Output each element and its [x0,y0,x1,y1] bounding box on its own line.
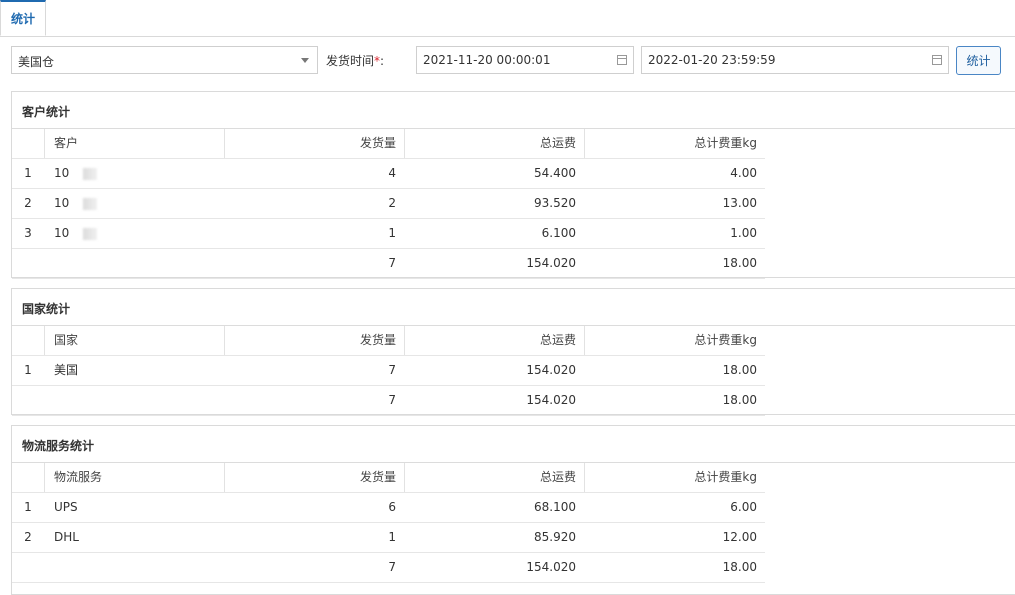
total-weight: 1.00 [730,226,757,240]
total-weight: 12.00 [722,530,757,544]
panel-title: 客户统计 [22,105,71,119]
customer-stats-panel: 客户统计 客户 发货量 总运费 总计费重kg 1 10 4 54.400 4.0… [11,91,1015,279]
row-index: 3 [24,226,32,240]
tab-statistics[interactable]: 统计 [0,0,46,36]
column-header[interactable]: 总运费 [404,326,584,355]
column-header[interactable]: 客户 [44,129,224,158]
customer-name: 10 [54,166,70,180]
total-weight: 6.00 [730,500,757,514]
start-time-input[interactable]: 2021-11-20 00:00:01 [416,46,634,74]
table-row: 1 UPS 6 68.100 6.00 [12,493,765,523]
column-header[interactable]: 国家 [44,326,224,355]
country-stats-panel: 国家统计 国家 发货量 总运费 总计费重kg 1 美国 7 154.020 18… [11,288,1015,416]
table-header-row: 国家 发货量 总运费 总计费重kg [12,326,765,356]
total-freight-total: 154.020 [526,560,576,574]
shipment-count: 7 [388,363,396,377]
total-weight-total: 18.00 [722,256,757,270]
table-row: 1 10 4 54.400 4.00 [12,159,765,189]
table-total-row: 7 154.020 18.00 [12,553,765,583]
tab-bar: 统计 [0,0,1015,37]
warehouse-select-value: 美国仓 [18,55,55,69]
total-weight: 18.00 [722,363,757,377]
calendar-icon[interactable] [617,55,627,65]
total-freight: 93.520 [534,196,576,210]
redacted-mask [83,198,97,210]
total-freight-total: 154.020 [526,256,576,270]
column-header[interactable]: 总运费 [404,129,584,158]
row-index: 1 [24,363,32,377]
row-index: 1 [24,166,32,180]
shipment-count-total: 7 [388,256,396,270]
chevron-down-icon[interactable] [301,58,309,63]
ship-time-label: 发货时间*: [326,54,385,68]
service-name: DHL [54,530,79,544]
total-freight: 68.100 [534,500,576,514]
customer-name: 10 [54,226,70,240]
table-total-row: 7 154.020 18.00 [12,386,765,416]
end-time-input[interactable]: 2022-01-20 23:59:59 [641,46,949,74]
total-weight: 4.00 [730,166,757,180]
panel-title: 物流服务统计 [22,439,95,453]
shipment-count-total: 7 [388,560,396,574]
logistics-stats-panel: 物流服务统计 物流服务 发货量 总运费 总计费重kg 1 UPS 6 68.10… [11,425,1015,595]
column-header[interactable]: 发货量 [224,129,404,158]
panel-title: 国家统计 [22,302,71,316]
row-index: 1 [24,500,32,514]
table-row: 3 10 1 6.100 1.00 [12,219,765,249]
table-row: 2 DHL 1 85.920 12.00 [12,523,765,553]
shipment-count: 1 [388,530,396,544]
redacted-mask [83,168,97,180]
column-header[interactable]: 总计费重kg [584,129,765,158]
total-weight-total: 18.00 [722,393,757,407]
column-header[interactable]: 发货量 [224,463,404,492]
customer-name: 10 [54,196,70,210]
table-total-row: 7 154.020 18.00 [12,249,765,279]
shipment-count: 6 [388,500,396,514]
total-freight: 85.920 [534,530,576,544]
end-time-value: 2022-01-20 23:59:59 [648,53,776,67]
country-name: 美国 [54,363,79,377]
total-freight-total: 154.020 [526,393,576,407]
column-header[interactable]: 总计费重kg [584,326,765,355]
total-weight: 13.00 [722,196,757,210]
shipment-count: 2 [388,196,396,210]
calendar-icon[interactable] [932,55,942,65]
column-header[interactable]: 物流服务 [44,463,224,492]
shipment-count: 4 [388,166,396,180]
shipment-count: 1 [388,226,396,240]
redacted-mask [83,228,97,240]
table-row: 1 美国 7 154.020 18.00 [12,356,765,386]
total-freight: 6.100 [541,226,576,240]
total-freight: 154.020 [526,363,576,377]
warehouse-select[interactable]: 美国仓 [11,46,318,74]
start-time-value: 2021-11-20 00:00:01 [423,53,551,67]
total-freight: 54.400 [534,166,576,180]
table-row: 2 10 2 93.520 13.00 [12,189,765,219]
column-header[interactable]: 总计费重kg [584,463,765,492]
statistics-button[interactable]: 统计 [956,46,1001,75]
table-header-row: 客户 发货量 总运费 总计费重kg [12,129,765,159]
column-header[interactable]: 发货量 [224,326,404,355]
service-name: UPS [54,500,78,514]
total-weight-total: 18.00 [722,560,757,574]
column-header[interactable]: 总运费 [404,463,584,492]
shipment-count-total: 7 [388,393,396,407]
row-index: 2 [24,530,32,544]
table-header-row: 物流服务 发货量 总运费 总计费重kg [12,463,765,493]
row-index: 2 [24,196,32,210]
